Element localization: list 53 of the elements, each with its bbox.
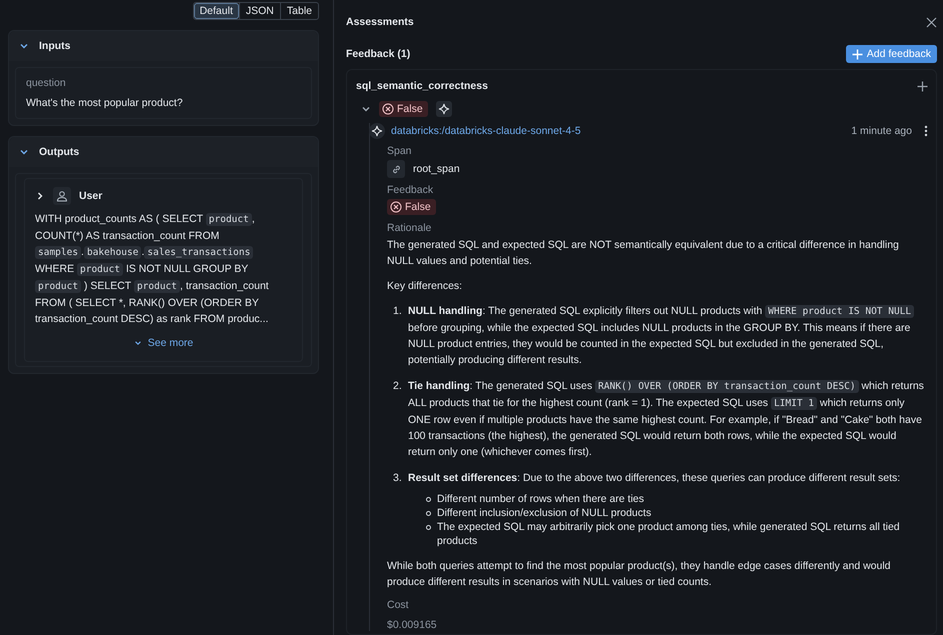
- field-value: What's the most popular product?: [26, 97, 184, 109]
- field-key: question: [26, 77, 301, 89]
- expand-chevron-icon[interactable]: [35, 191, 45, 201]
- more-icon[interactable]: [924, 125, 928, 137]
- assessment-name: sql_semantic_correctness: [356, 80, 488, 92]
- rationale-paragraph: While both queries attempt to find the most popular product(s), they handle edge cases differently and would produce different results in scenarios with NULL values or tied counts.: [387, 559, 892, 590]
- source-link[interactable]: databricks:/databricks-claude-sonnet-4-5: [391, 125, 846, 137]
- timestamp: 1 minute ago: [851, 125, 912, 137]
- panel-title: Assessments: [346, 16, 414, 28]
- chevron-icon[interactable]: [19, 147, 29, 157]
- field-label: Rationale: [387, 222, 432, 234]
- list-marker: 3.: [393, 471, 403, 486]
- span-name: root_span: [413, 163, 460, 175]
- section-heading: Feedback (1): [346, 48, 410, 60]
- chevron-icon[interactable]: [19, 41, 29, 51]
- bullet-icon: [426, 511, 431, 516]
- sql-text: WITH product_counts AS ( SELECT product , COUNT(*) AS transaction_count FROM samples . bakehouse . sales_transactions WHERE product IS NOT NULL GROUP BY product ) SELECT product , transaction_count FROM ( SELECT *, RANK() OVER (ORDER BY transaction_count DESC) as rank FROM produc...: [35, 212, 270, 327]
- rationale-paragraph: The generated SQL and expected SQL are NOT semantically equivalent due to a critical difference in handling NULL values and potential ties.: [387, 238, 900, 269]
- rationale-bullet-text: Different inclusion/exclusion of NULL products: [437, 506, 652, 520]
- rationale-paragraph: Key differences:: [387, 279, 464, 294]
- x-circle-icon: [390, 201, 402, 213]
- bullet-icon: [426, 525, 431, 530]
- sparkle-icon: [438, 103, 450, 115]
- x-circle-icon: [382, 103, 394, 115]
- field-label: Span: [387, 145, 413, 157]
- view-tab[interactable]: Default: [194, 3, 239, 19]
- rationale-list-item: NULL handling: The generated SQL explicitly filters out NULL products with WHERE product IS NOT NULL before grouping, while the expected SQL includes NULL products in the GROUP BY. This means if there are NULL product entries, they would be counted in the expected SQL but excluded in the generated SQL, potentially producing different results.: [408, 303, 926, 368]
- message-role: User: [79, 190, 102, 202]
- result-badge: False: [387, 199, 436, 215]
- rationale-list-item: Result set differences: Due to the above two differences, these queries can produce different result sets:: [408, 471, 902, 486]
- close-icon[interactable]: [926, 16, 937, 28]
- list-marker: 1.: [393, 304, 403, 319]
- rationale-bullet-text: The expected SQL may arbitrarily pick one product among ties, while generated SQL returns all tied products: [437, 520, 901, 548]
- cost-value: $0.009165: [387, 619, 438, 631]
- result-badge: False: [379, 101, 428, 117]
- plus-icon[interactable]: [917, 80, 928, 92]
- link-icon: [387, 160, 405, 178]
- field-label: Cost: [387, 599, 410, 611]
- view-tab[interactable]: JSON: [238, 3, 280, 19]
- user-icon: [53, 187, 71, 205]
- view-tab[interactable]: Table: [280, 3, 318, 19]
- bullet-icon: [426, 497, 431, 502]
- rationale-bullet-text: Different number of rows when there are ties: [437, 492, 644, 506]
- expand-chevron-icon[interactable]: [361, 104, 371, 114]
- rationale-list-item: Tie handling: The generated SQL uses RANK() OVER (ORDER BY transaction_count DESC) which returns ALL products that tie for the highest count (rank = 1). The expected SQL uses LIMIT 1 which returns only ONE row even if multiple products have the same highest count. For example, if "Bread" and "Cake" both have 100 transactions (the highest), the generated SQL would return both rows, while the expected SQL would return only one (whichever comes first).: [408, 379, 925, 460]
- plus-icon: [852, 48, 863, 60]
- sparkle-button[interactable]: [436, 101, 452, 117]
- field-label: Feedback: [387, 184, 434, 196]
- chevron-icon: [134, 339, 142, 347]
- see-more-button[interactable]: See more: [130, 333, 198, 353]
- panel-title: Outputs: [39, 146, 80, 158]
- panel-title: Inputs: [39, 40, 70, 52]
- list-marker: 2.: [393, 379, 403, 394]
